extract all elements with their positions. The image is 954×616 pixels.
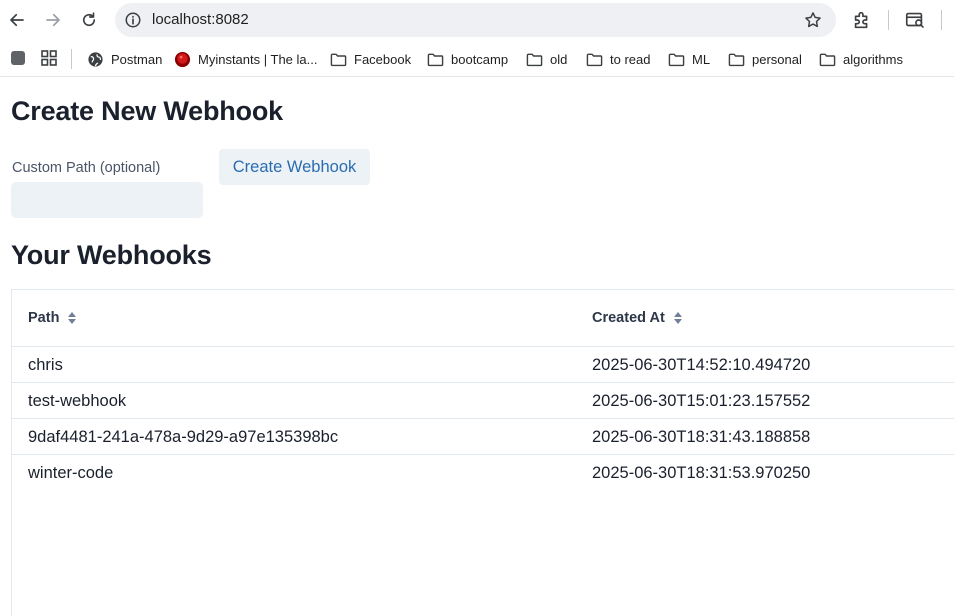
cell-path: test-webhook — [28, 391, 127, 410]
custom-path-label: Custom Path (optional) — [12, 160, 161, 176]
folder-icon — [427, 53, 444, 66]
column-header-label: Path — [28, 310, 60, 326]
folder-icon — [330, 53, 347, 66]
bookmarks-bar: Postman Myinstants | The la... Facebook … — [0, 41, 954, 77]
browser-toolbar: localhost:8082 — [0, 0, 954, 41]
toolbar-divider — [888, 10, 889, 30]
column-header-path[interactable]: Path — [28, 290, 77, 346]
bookmark-folder-old[interactable]: old — [526, 49, 567, 69]
folder-icon — [819, 53, 836, 66]
tab-search-icon[interactable] — [904, 9, 926, 31]
myinstants-icon — [174, 51, 191, 67]
toolbar-divider — [941, 10, 942, 30]
bookmark-postman[interactable]: Postman — [87, 49, 162, 69]
bookmarks-divider — [71, 49, 72, 69]
bookmark-folder-bootcamp[interactable]: bootcamp — [427, 49, 508, 69]
bookmark-label: algorithms — [843, 51, 903, 67]
create-webhook-button[interactable]: Create Webhook — [219, 149, 370, 185]
bookmark-label: Myinstants | The la... — [198, 51, 318, 67]
bookmark-label: Facebook — [354, 51, 412, 67]
cell-created-at: 2025-06-30T15:01:23.157552 — [592, 391, 811, 410]
table-row[interactable]: chris 2025-06-30T14:52:10.494720 — [12, 346, 954, 382]
cell-path: winter-code — [28, 463, 114, 482]
bookmark-myinstants[interactable]: Myinstants | The la... — [174, 49, 317, 69]
bookmark-label: bootcamp — [451, 51, 509, 67]
folder-icon — [526, 53, 543, 66]
folder-icon — [586, 53, 603, 66]
arrow-left-icon — [10, 13, 24, 27]
bookmark-star-icon[interactable] — [803, 10, 823, 30]
bookmark-label: to read — [610, 51, 651, 67]
bookmark-label: ML — [692, 51, 711, 67]
page-title: Create New Webhook — [11, 96, 283, 126]
column-header-created-at[interactable]: Created At — [592, 290, 683, 346]
webhooks-section-title: Your Webhooks — [11, 240, 212, 270]
sort-icon[interactable] — [673, 311, 683, 325]
bookmark-label: Postman — [111, 51, 163, 67]
cell-created-at: 2025-06-30T18:31:53.970250 — [592, 463, 811, 482]
apps-grid-icon[interactable] — [40, 49, 58, 67]
bookmark-label: old — [550, 51, 568, 67]
bookmark-folder-facebook[interactable]: Facebook — [330, 49, 411, 69]
site-info-icon[interactable] — [124, 11, 142, 29]
webhooks-table: Path Created At chris 2025-06-30T14:52:1… — [11, 289, 954, 616]
folder-icon — [728, 53, 745, 66]
cell-created-at: 2025-06-30T14:52:10.494720 — [592, 355, 811, 374]
globe-icon — [88, 51, 103, 67]
bookmark-folder-ml[interactable]: ML — [668, 49, 710, 69]
reload-button[interactable] — [77, 8, 101, 32]
table-row[interactable]: 9daf4481-241a-478a-9d29-a97e135398bc 202… — [12, 418, 954, 454]
sort-icon[interactable] — [67, 311, 77, 325]
arrow-right-icon — [46, 13, 60, 27]
address-bar[interactable]: localhost:8082 — [115, 3, 836, 37]
back-button[interactable] — [5, 8, 29, 32]
bookmark-folder-personal[interactable]: personal — [728, 49, 802, 69]
url-text[interactable]: localhost:8082 — [152, 11, 249, 29]
forward-button[interactable] — [41, 8, 65, 32]
bookmark-folder-to-read[interactable]: to read — [586, 49, 650, 69]
extensions-icon[interactable] — [851, 9, 873, 31]
bookmark-folder-algorithms[interactable]: algorithms — [819, 49, 903, 69]
table-row[interactable]: test-webhook 2025-06-30T15:01:23.157552 — [12, 382, 954, 418]
cell-path: chris — [28, 355, 63, 374]
reload-icon — [82, 12, 96, 27]
folder-icon — [668, 53, 685, 66]
app-square-icon[interactable] — [9, 49, 27, 67]
table-row[interactable]: winter-code 2025-06-30T18:31:53.970250 — [12, 454, 954, 490]
column-header-label: Created At — [592, 310, 665, 326]
cell-created-at: 2025-06-30T18:31:43.188858 — [592, 427, 811, 446]
bookmark-label: personal — [752, 51, 802, 67]
custom-path-input[interactable] — [11, 182, 203, 218]
cell-path: 9daf4481-241a-478a-9d29-a97e135398bc — [28, 427, 339, 446]
